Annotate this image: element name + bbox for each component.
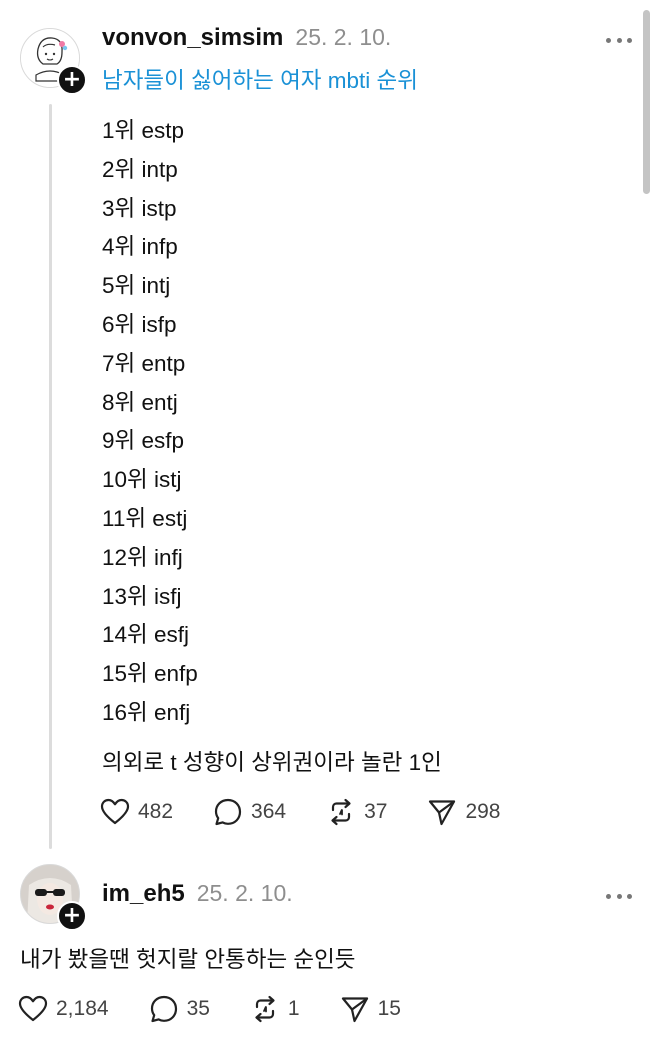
share-button[interactable]: 15 — [340, 994, 401, 1024]
follow-plus-icon[interactable]: + — [57, 901, 87, 931]
post-comment: 의외로 t 성향이 상위권이라 놀란 1인 — [102, 750, 442, 775]
ranking-item: 15위 enfp — [102, 661, 198, 687]
ranking-item: 12위 infj — [102, 544, 183, 570]
timestamp: 25. 2. 10. — [295, 24, 392, 50]
reply-header: im_eh5 25. 2. 10. — [102, 880, 293, 908]
ranking-item: 5위 intj — [102, 273, 171, 299]
paper-plane-icon — [429, 800, 456, 826]
like-button[interactable]: 482 — [100, 798, 173, 826]
repost-button[interactable]: 1 — [250, 994, 300, 1024]
repost-arrows-icon — [331, 798, 351, 826]
scrollbar[interactable] — [643, 10, 650, 194]
reply-count: 35 — [186, 997, 210, 1020]
post-action-bar: 482 364 37 298 — [100, 797, 541, 827]
heart-icon — [18, 995, 48, 1022]
reply-button[interactable]: 364 — [213, 797, 286, 827]
thread-line — [49, 104, 52, 849]
follow-plus-icon[interactable]: + — [57, 65, 87, 95]
share-count: 15 — [377, 997, 401, 1020]
repost-button[interactable]: 37 — [326, 797, 387, 827]
username[interactable]: im_eh5 — [102, 880, 185, 908]
ranking-item: 8위 entj — [102, 389, 178, 415]
heart-icon — [100, 798, 130, 825]
topic-tag[interactable]: 남자들이 싫어하는 여자 mbti 순위 — [102, 63, 418, 95]
avatar[interactable]: + — [20, 864, 87, 931]
like-button[interactable]: 2,184 — [18, 995, 109, 1023]
reply-count: 364 — [251, 800, 287, 823]
ranking-item: 4위 infp — [102, 234, 178, 260]
speech-bubble-icon — [214, 798, 242, 826]
ranking-item: 1위 estp — [102, 118, 184, 143]
more-dots-icon[interactable] — [606, 892, 632, 900]
reply-text: 내가 봤을땐 헛지랄 안통하는 순인듯 — [20, 947, 356, 972]
username[interactable]: vonvon_simsim — [102, 24, 283, 52]
ranking-item: 2위 intp — [102, 156, 178, 182]
timestamp: 25. 2. 10. — [196, 880, 293, 906]
ranking-item: 6위 isfp — [102, 311, 177, 337]
more-dots-icon[interactable] — [606, 36, 632, 44]
ranking-item: 3위 istp — [102, 195, 177, 221]
reply-button[interactable]: 35 — [149, 994, 210, 1024]
repost-count: 1 — [287, 997, 300, 1020]
speech-bubble-icon — [150, 995, 177, 1023]
avatar[interactable]: + — [20, 28, 87, 95]
ranking-item: 16위 enfj — [102, 699, 191, 725]
ranking-item: 7위 entp — [102, 350, 186, 376]
share-count: 298 — [465, 800, 501, 823]
ranking-item: 13위 isfj — [102, 583, 182, 609]
post-header: vonvon_simsim 25. 2. 10. — [102, 24, 391, 52]
share-button[interactable]: 298 — [427, 797, 501, 827]
like-count: 482 — [138, 800, 174, 823]
like-count: 2,184 — [56, 997, 109, 1020]
ranking-item: 14위 esfj — [102, 622, 189, 648]
repost-arrows-icon — [255, 995, 275, 1023]
reply-action-bar: 2,184 35 1 15 — [18, 994, 441, 1024]
ranking-item: 11위 estj — [102, 505, 188, 531]
repost-count: 37 — [364, 800, 388, 823]
ranking-item: 10위 istj — [102, 467, 182, 493]
paper-plane-icon — [341, 997, 368, 1023]
ranking-item: 9위 esfp — [102, 428, 184, 454]
ranking-list: 1위 estp 2위 intp 3위 istp 4위 infp 5위 intj … — [102, 112, 198, 733]
